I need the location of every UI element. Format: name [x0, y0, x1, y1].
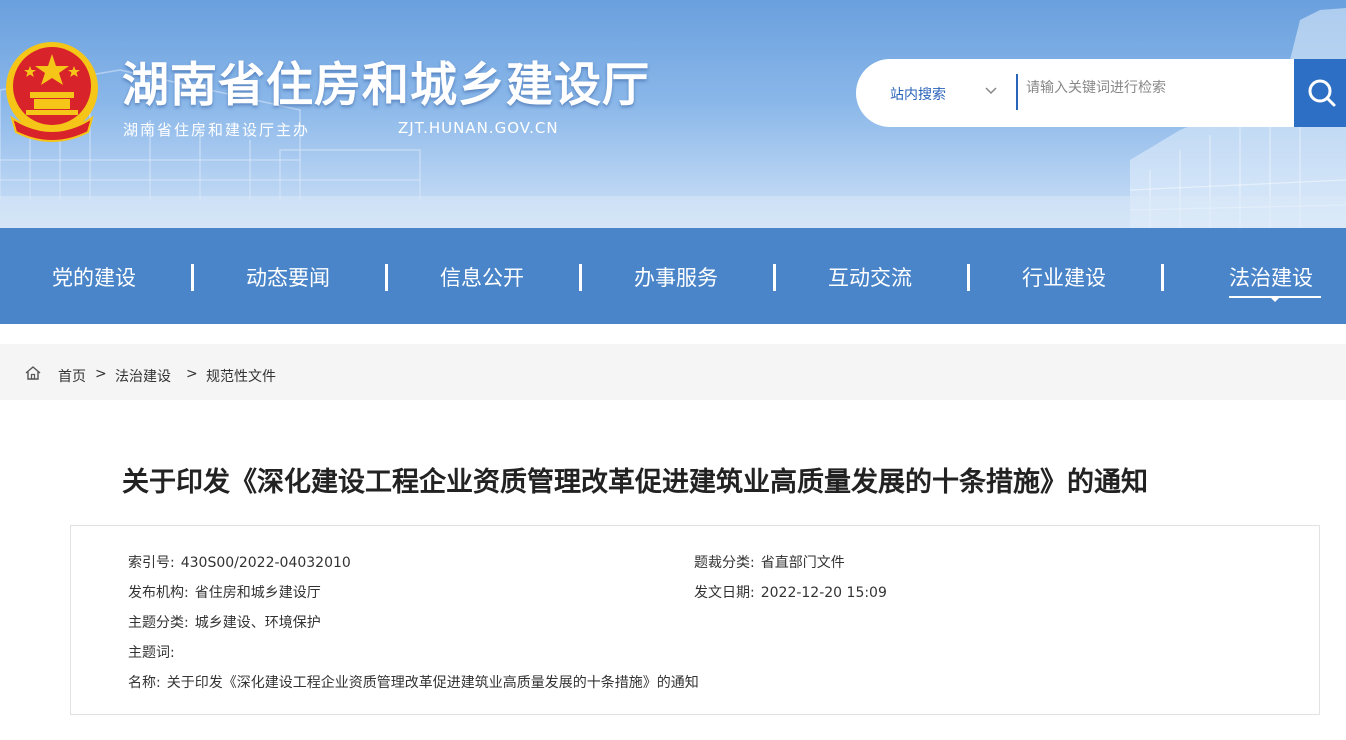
search-input[interactable] — [1026, 64, 1288, 112]
meta-category-label: 题裁分类: — [694, 555, 755, 571]
meta-name-label: 名称: — [128, 675, 161, 691]
nav-item-party-building[interactable]: 党的建设 — [52, 262, 136, 292]
meta-name-value: 关于印发《深化建设工程企业资质管理改革促进建筑业高质量发展的十条措施》的通知 — [166, 675, 699, 691]
nav-separator — [579, 264, 582, 291]
site-title: 湖南省住房和城乡建设厅 — [122, 58, 650, 113]
article-title: 关于印发《深化建设工程企业资质管理改革促进建筑业高质量发展的十条措施》的通知 — [122, 467, 1148, 498]
meta-date-value: 2022-12-20 15:09 — [760, 585, 887, 601]
breadcrumb-normative-docs[interactable]: 规范性文件 — [206, 366, 276, 386]
meta-publisher-value: 省住房和城乡建设厅 — [194, 585, 321, 601]
breadcrumb-rule-of-law[interactable]: 法治建设 — [115, 366, 171, 386]
search-divider — [1016, 74, 1018, 110]
home-icon[interactable] — [24, 364, 42, 382]
meta-name: 名称: 关于印发《深化建设工程企业资质管理改革促进建筑业高质量发展的十条措施》的通… — [128, 672, 699, 692]
nav-active-caret — [1270, 297, 1280, 302]
nav-item-news[interactable]: 动态要闻 — [246, 262, 330, 292]
nav-separator — [773, 264, 776, 291]
meta-date: 发文日期: 2022-12-20 15:09 — [694, 582, 887, 602]
nav-item-interaction[interactable]: 互动交流 — [828, 262, 912, 292]
meta-topic-label: 主题分类: — [128, 615, 189, 631]
nav-separator — [385, 264, 388, 291]
meta-keywords-label: 主题词: — [128, 645, 175, 661]
nav-item-rule-of-law[interactable]: 法治建设 — [1229, 262, 1313, 292]
search-scope-select[interactable]: 站内搜索 — [890, 84, 946, 104]
site-url: ZJT.HUNAN.GOV.CN — [398, 119, 559, 137]
search-icon — [1308, 79, 1336, 107]
national-emblem-icon — [6, 42, 98, 142]
nav-separator — [1161, 264, 1164, 291]
nav-item-industry[interactable]: 行业建设 — [1022, 262, 1106, 292]
breadcrumb-separator: > — [186, 366, 198, 382]
meta-index-value: 430S00/2022-04032010 — [180, 555, 351, 571]
nav-item-services[interactable]: 办事服务 — [634, 262, 718, 292]
nav-item-info-disclosure[interactable]: 信息公开 — [440, 262, 524, 292]
meta-keywords: 主题词: — [128, 642, 181, 662]
meta-category: 题裁分类: 省直部门文件 — [694, 552, 845, 572]
meta-topic: 主题分类: 城乡建设、环境保护 — [128, 612, 321, 632]
breadcrumb-separator: > — [95, 366, 107, 382]
nav-separator — [967, 264, 970, 291]
meta-date-label: 发文日期: — [694, 585, 755, 601]
meta-category-value: 省直部门文件 — [760, 555, 845, 571]
meta-index-label: 索引号: — [128, 555, 175, 571]
site-subtitle: 湖南省住房和建设厅主办 — [123, 121, 311, 139]
meta-publisher-label: 发布机构: — [128, 585, 189, 601]
chevron-down-icon[interactable] — [984, 83, 998, 97]
breadcrumb — [0, 344, 1346, 400]
meta-publisher: 发布机构: 省住房和城乡建设厅 — [128, 582, 321, 602]
meta-index: 索引号: 430S00/2022-04032010 — [128, 552, 351, 572]
search-button[interactable] — [1294, 59, 1346, 127]
meta-topic-value: 城乡建设、环境保护 — [194, 615, 321, 631]
breadcrumb-home[interactable]: 首页 — [58, 366, 86, 386]
nav-separator — [191, 264, 194, 291]
